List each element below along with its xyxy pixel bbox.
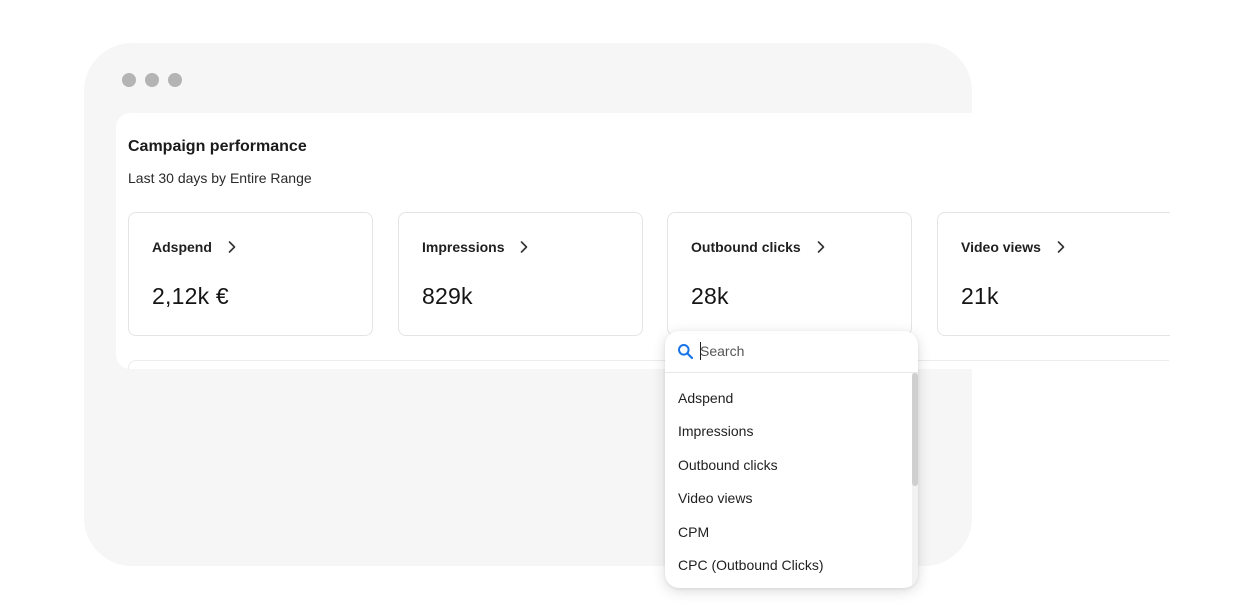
metric-card-label: Video views bbox=[961, 239, 1041, 255]
metric-card-outbound-clicks[interactable]: Outbound clicks 28k bbox=[667, 212, 912, 336]
metric-card-label: Adspend bbox=[152, 239, 212, 255]
metric-card-label: Outbound clicks bbox=[691, 239, 801, 255]
window-dot-3 bbox=[168, 73, 182, 87]
search-input[interactable] bbox=[700, 340, 900, 362]
window-dot-2 bbox=[145, 73, 159, 87]
metric-card-video-views[interactable]: Video views 21k bbox=[937, 212, 1170, 336]
chevron-right-icon bbox=[1057, 241, 1065, 253]
metric-cards: Adspend 2,12k € Impressions 829k Outboun… bbox=[116, 113, 1170, 369]
metric-card-value: 21k bbox=[961, 283, 999, 309]
metric-options-list: Adspend Impressions Outbound clicks Vide… bbox=[665, 373, 912, 582]
option-adspend[interactable]: Adspend bbox=[665, 382, 912, 415]
chevron-right-icon bbox=[521, 241, 528, 253]
option-cpc-outbound-clicks[interactable]: CPC (Outbound Clicks) bbox=[665, 549, 912, 582]
metric-card-impressions[interactable]: Impressions 829k bbox=[398, 212, 643, 336]
window-dot-1 bbox=[122, 73, 136, 87]
text-caret bbox=[700, 342, 701, 360]
chevron-right-icon bbox=[817, 241, 824, 253]
option-cpm[interactable]: CPM bbox=[665, 516, 912, 549]
option-video-views[interactable]: Video views bbox=[665, 482, 912, 515]
metric-card-label: Impressions bbox=[422, 239, 505, 255]
metric-card-value: 2,12k € bbox=[152, 283, 229, 309]
metric-card-value: 829k bbox=[422, 283, 473, 309]
metric-picker-dropdown: Adspend Impressions Outbound clicks Vide… bbox=[665, 331, 918, 588]
search-row bbox=[665, 331, 918, 373]
option-outbound-clicks[interactable]: Outbound clicks bbox=[665, 449, 912, 482]
option-impressions[interactable]: Impressions bbox=[665, 415, 912, 448]
search-icon bbox=[678, 344, 694, 360]
metric-card-value: 28k bbox=[691, 283, 729, 309]
chevron-right-icon bbox=[228, 241, 236, 253]
chart-area-edge bbox=[128, 360, 1169, 369]
metric-card-adspend[interactable]: Adspend 2,12k € bbox=[128, 212, 373, 336]
scrollbar-thumb[interactable] bbox=[912, 373, 918, 486]
